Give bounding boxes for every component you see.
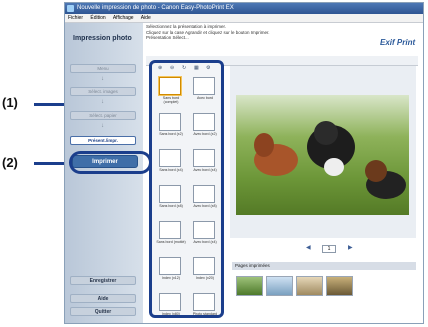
layout-label: Index (x80) xyxy=(162,312,180,316)
callout-1: (1) xyxy=(2,95,18,110)
layout-option[interactable]: Sans bord (moitié) xyxy=(156,219,186,253)
prev-page-icon[interactable]: ◀ xyxy=(306,244,311,251)
layout-label: Photo standard (x1 cd) xyxy=(192,312,218,318)
layout-option[interactable]: Avec bord (x4) xyxy=(190,147,220,181)
layout-option[interactable]: Avec bord xyxy=(190,75,220,109)
window-title: Nouvelle impression de photo - Canon Eas… xyxy=(77,5,234,11)
page-thumbnail[interactable] xyxy=(326,276,353,296)
layout-thumbnail xyxy=(193,185,215,203)
help-button[interactable]: Aide xyxy=(70,294,136,303)
settings-icon[interactable]: ⚙ xyxy=(206,65,210,71)
layout-thumbnail xyxy=(193,77,215,95)
layout-thumbnail xyxy=(159,185,181,203)
step-arrow-icon: ↓ xyxy=(101,123,104,129)
print-callout-ring xyxy=(69,151,152,174)
callout-2: (2) xyxy=(2,155,18,170)
layout-option[interactable]: Avec bord (x8) xyxy=(190,183,220,217)
step-arrow-icon: ↓ xyxy=(101,99,104,105)
step-arrow-icon: ↓ xyxy=(101,76,104,82)
page-thumbnail[interactable] xyxy=(236,276,263,296)
layout-option[interactable]: Avec bord (x4) xyxy=(190,219,220,253)
layout-thumbnail xyxy=(193,221,215,239)
menu-view[interactable]: Affichage xyxy=(113,15,134,21)
instructions: Sélectionnez la présentation à imprimer.… xyxy=(146,24,346,41)
zoom-out-icon[interactable]: ⊖ xyxy=(170,65,174,71)
layout-option[interactable]: Index (x12) xyxy=(156,255,186,289)
save-button[interactable]: Enregistrer xyxy=(70,276,136,285)
layout-label: Avec bord (x4) xyxy=(193,240,217,244)
zoom-in-icon[interactable]: ⊕ xyxy=(158,65,162,71)
step-layout-print-button[interactable]: Présent./impr. xyxy=(70,136,136,145)
quit-button[interactable]: Quitter xyxy=(70,307,136,316)
next-page-icon[interactable]: ▶ xyxy=(348,244,353,251)
layout-label: Index (x12) xyxy=(162,276,180,280)
layout-option[interactable]: Index (x20) xyxy=(190,255,220,289)
printed-pages-title: Pages imprimées xyxy=(232,262,416,270)
layout-thumbnail xyxy=(159,113,181,131)
layout-label: Sans bord (moitié) xyxy=(156,240,186,244)
dogs-photo xyxy=(254,121,406,199)
layout-thumbnail xyxy=(193,113,215,131)
layout-option[interactable]: Index (x80) xyxy=(156,291,186,316)
menu-bar: Fichier Édition Affichage Aide xyxy=(65,14,423,23)
layout-thumbnail xyxy=(159,293,181,311)
layout-option[interactable]: Photo standard (x1 cd) xyxy=(190,291,220,318)
layout-label: Avec bord (x8) xyxy=(193,204,217,208)
menu-file[interactable]: Fichier xyxy=(68,15,83,21)
layout-option[interactable]: Sans bord (x8) xyxy=(156,183,186,217)
layout-thumbnail xyxy=(193,293,215,311)
rotate-icon[interactable]: ↻ xyxy=(182,65,186,71)
layout-thumbnail xyxy=(159,257,181,275)
layout-option[interactable]: Sans bord (x4) xyxy=(156,147,186,181)
step-select-images-button[interactable]: Sélect. images xyxy=(70,87,136,96)
layout-label: Sans bord (x4) xyxy=(159,168,183,172)
layout-thumbnail xyxy=(193,149,215,167)
page-number: 1 xyxy=(322,245,336,253)
page-thumbnail[interactable] xyxy=(296,276,323,296)
layout-option[interactable]: Sans bord (complet) xyxy=(156,75,186,109)
page-thumbnail[interactable] xyxy=(266,276,293,296)
layout-label: Sans bord (x2) xyxy=(159,132,183,136)
preview-photo xyxy=(236,95,409,215)
layout-label: Avec bord (x2) xyxy=(193,132,217,136)
instruction-line: Présentation Sélect... xyxy=(146,35,189,40)
layout-label: Index (x20) xyxy=(196,276,214,280)
exif-print-logo: Exif Print xyxy=(380,38,416,47)
grid-icon[interactable]: ▦ xyxy=(194,65,199,71)
app-icon xyxy=(67,5,74,12)
title-bar: Nouvelle impression de photo - Canon Eas… xyxy=(65,3,423,14)
step-select-paper-button[interactable]: Sélect. papier xyxy=(70,111,136,120)
layout-thumbnail xyxy=(159,149,181,167)
layout-list[interactable]: ⊕ ⊖ ↻ ▦ ⚙ Sans bord (complet) Avec bord Sa… xyxy=(149,60,224,318)
layout-thumbnail xyxy=(159,77,181,95)
menu-edit[interactable]: Édition xyxy=(90,15,105,21)
layout-label: Avec bord xyxy=(196,96,214,100)
sidebar-heading: Impression photo xyxy=(73,35,132,42)
layout-label: Sans bord (complet) xyxy=(162,96,180,104)
menu-help[interactable]: Aide xyxy=(141,15,151,21)
layout-thumbnail xyxy=(159,221,181,239)
layout-thumbnail xyxy=(193,257,215,275)
layout-label: Sans bord (x8) xyxy=(159,204,183,208)
step-menu-button[interactable]: Menu xyxy=(70,64,136,73)
layout-label: Avec bord (x4) xyxy=(193,168,217,172)
layout-option[interactable]: Avec bord (x2) xyxy=(190,111,220,145)
layout-option[interactable]: Sans bord (x2) xyxy=(156,111,186,145)
